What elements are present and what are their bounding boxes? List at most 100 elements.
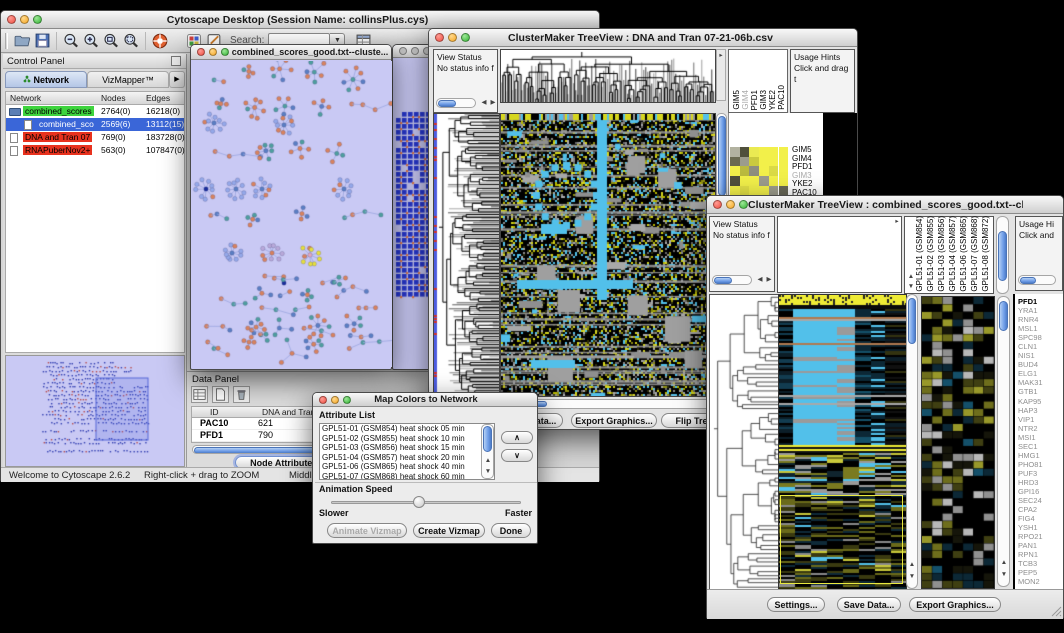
close-icon[interactable] — [197, 48, 205, 56]
dialog-button-animate-vizmap[interactable]: Animate Vizmap — [327, 523, 407, 538]
tab-vizmapper[interactable]: VizMapper™ — [87, 71, 169, 88]
zoom-cell[interactable] — [769, 157, 779, 167]
dialog-button-create-vizmap[interactable]: Create Vizmap — [413, 523, 485, 538]
network-table-row[interactable]: RNAPuberNov2+563(0)107847(0) — [6, 144, 184, 157]
maximize-icon[interactable] — [33, 15, 42, 24]
tv2-gene-label[interactable]: NIS1 — [1018, 351, 1063, 360]
tv2-gene-label[interactable]: FIG4 — [1018, 514, 1063, 523]
tv1-row-dendrogram[interactable] — [433, 113, 500, 397]
tv1-column-label[interactable]: YKE2 — [768, 90, 777, 110]
tv1-column-label[interactable]: GIM5 — [732, 90, 741, 110]
resize-grip-icon[interactable] — [1049, 604, 1062, 617]
zoom-out-icon[interactable] — [61, 31, 81, 51]
tv2-gene-label[interactable]: TCB3 — [1018, 559, 1063, 568]
zoom-cell[interactable] — [769, 166, 779, 176]
tv2-gene-label[interactable]: CPA2 — [1018, 505, 1063, 514]
tv2-column-label[interactable]: GPL51-01 (GSM854) — [915, 216, 924, 292]
zoom-selected-icon[interactable] — [121, 31, 141, 51]
maximize-icon[interactable] — [343, 396, 351, 404]
zoom-cell[interactable] — [759, 157, 769, 167]
scroll-up-icon[interactable]: ▲ — [482, 457, 494, 465]
tv1-column-scroll-sliver[interactable]: ▸ — [716, 49, 726, 101]
maximize-icon[interactable] — [221, 48, 229, 56]
attribute-list-item[interactable]: GPL51-03 (GSM856) heat shock 15 min — [320, 443, 494, 453]
network-window-title-bar[interactable]: combined_scores_good.txt--cluste... — [191, 45, 391, 60]
zoom-cell[interactable] — [759, 176, 769, 186]
zoom-fit-icon[interactable] — [101, 31, 121, 51]
zoom-cell[interactable] — [730, 147, 740, 157]
move-up-button[interactable]: ∧ — [501, 431, 533, 444]
tv2-button-save-data[interactable]: Save Data... — [837, 597, 901, 612]
tv2-gene-label[interactable]: MAK31 — [1018, 378, 1063, 387]
tv2-gene-label[interactable]: KAP95 — [1018, 397, 1063, 406]
attribute-list-item[interactable]: GPL51-07 (GSM868) heat shock 60 min — [320, 472, 494, 480]
tv2-zoom-scrollbar[interactable]: ▲ ▼ — [997, 296, 1010, 587]
move-down-button[interactable]: ∨ — [501, 449, 533, 462]
close-icon[interactable] — [399, 47, 407, 55]
birdseye-canvas[interactable] — [6, 356, 184, 466]
maximize-icon[interactable] — [461, 33, 470, 42]
scroll-down-icon[interactable]: ▼ — [906, 573, 918, 581]
close-icon[interactable] — [713, 200, 722, 209]
tv2-column-label[interactable]: GPL51-07 (GSM868) — [970, 216, 979, 292]
tv2-column-label[interactable]: GPL51-02 (GSM855) — [926, 216, 935, 292]
zoom-cell[interactable] — [749, 166, 759, 176]
zoom-in-icon[interactable] — [81, 31, 101, 51]
scroll-down-icon[interactable]: ▼ — [998, 571, 1010, 579]
tv2-button-settings[interactable]: Settings... — [767, 597, 825, 612]
tv1-heatmap[interactable] — [500, 113, 716, 397]
new-attribute-icon[interactable] — [212, 386, 229, 403]
help-lifering-icon[interactable] — [150, 31, 170, 51]
minimize-icon[interactable] — [448, 33, 457, 42]
tv2-gene-label[interactable]: GTB1 — [1018, 387, 1063, 396]
tv1-column-label[interactable]: PAC10 — [777, 85, 786, 110]
tv2-column-label[interactable]: GPL51-08 (GSM872) — [981, 216, 990, 292]
attribute-select-icon[interactable] — [191, 386, 208, 403]
tv2-column-label[interactable]: GPL51-04 (GSM857) — [948, 216, 957, 292]
tv2-gene-label[interactable]: RPN1 — [1018, 550, 1063, 559]
zoom-cell[interactable] — [759, 147, 769, 157]
tv2-selection-rect[interactable] — [780, 495, 903, 584]
minimize-icon[interactable] — [209, 48, 217, 56]
tv2-gene-label[interactable]: YRA1 — [1018, 306, 1063, 315]
tv2-column-label[interactable]: GPL51-06 (GSM865) — [959, 216, 968, 292]
tv2-gene-label[interactable]: PUF3 — [1018, 469, 1063, 478]
tv2-gene-label[interactable]: PAN1 — [1018, 541, 1063, 550]
zoom-cell[interactable] — [740, 176, 750, 186]
scroll-down-icon[interactable]: ▼ — [482, 468, 494, 476]
network-table-row[interactable]: combined_scores2764(0)16218(0) — [6, 105, 184, 118]
zoom-cell[interactable] — [740, 147, 750, 157]
tv2-column-labels-scrollbar[interactable] — [996, 216, 1009, 294]
zoom-cell[interactable] — [749, 157, 759, 167]
tv2-gene-label[interactable]: PFD1 — [1018, 297, 1063, 306]
slider-thumb[interactable] — [413, 496, 425, 508]
minimize-icon[interactable] — [411, 47, 419, 55]
tv2-gene-label[interactable]: GPI16 — [1018, 487, 1063, 496]
treeview2-title-bar[interactable]: ClusterMaker TreeView : combined_scores_… — [707, 196, 1063, 214]
close-icon[interactable] — [319, 396, 327, 404]
tv2-gene-label[interactable]: PEP5 — [1018, 568, 1063, 577]
attribute-list-scrollbar[interactable]: ▲ ▼ — [481, 424, 494, 479]
zoom-cell[interactable] — [779, 147, 789, 157]
tv2-gene-label[interactable]: HAP3 — [1018, 406, 1063, 415]
zoom-cell[interactable] — [759, 166, 769, 176]
treeview1-title-bar[interactable]: ClusterMaker TreeView : DNA and Tran 07-… — [429, 29, 857, 47]
minimize-icon[interactable] — [20, 15, 29, 24]
tv2-status-scrollbar[interactable] — [712, 275, 752, 285]
scroll-right-icon[interactable]: ▸ — [715, 52, 727, 60]
tv2-gene-label[interactable]: HMG1 — [1018, 451, 1063, 460]
tv2-vscrollbar[interactable]: ▲ ▼ — [906, 294, 918, 589]
scroll-up-icon[interactable]: ▲ — [906, 561, 918, 569]
tv1-status-scrollbar[interactable] — [436, 98, 476, 108]
tv1-column-label[interactable]: PFD1 — [750, 90, 759, 110]
minimize-icon[interactable] — [726, 200, 735, 209]
save-icon[interactable] — [32, 31, 52, 51]
tv2-gene-label[interactable]: YSH1 — [1018, 523, 1063, 532]
tv2-gene-label[interactable]: VIP1 — [1018, 415, 1063, 424]
tv2-row-dendrogram[interactable] — [709, 294, 779, 591]
tv1-column-label[interactable]: GIM3 — [759, 90, 768, 110]
zoom-cell[interactable] — [769, 147, 779, 157]
tv2-usage-scrollbar[interactable] — [1018, 275, 1056, 285]
tv2-gene-label[interactable]: MSI1 — [1018, 433, 1063, 442]
zoom-cell[interactable] — [779, 166, 789, 176]
